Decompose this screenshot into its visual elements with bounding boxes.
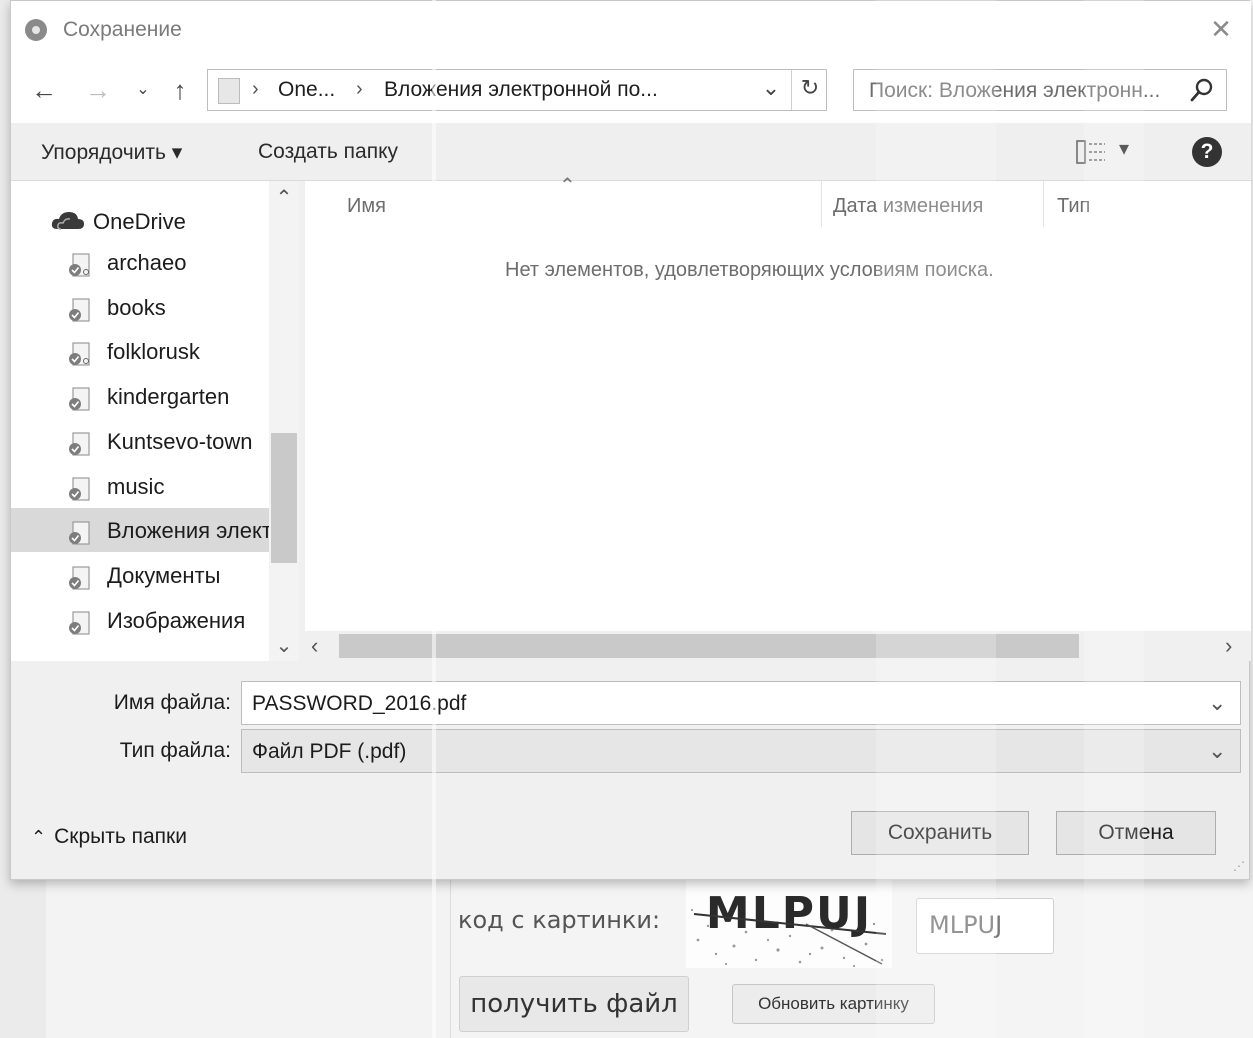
resize-grip-icon[interactable]: ⋰ bbox=[1233, 859, 1245, 873]
empty-list-message: Нет элементов, удовлетворяющих условиям … bbox=[505, 259, 994, 281]
sidebar-item-label: music bbox=[107, 473, 165, 499]
horizontal-scrollbar[interactable]: ‹ › bbox=[305, 631, 1251, 661]
breadcrumb-onedrive[interactable]: One... bbox=[278, 78, 335, 102]
sidebar-item-onedrive[interactable]: OneDrive bbox=[11, 195, 269, 239]
dialog-titlebar: Сохранение ✕ bbox=[11, 1, 1251, 59]
sidebar-item-label: archaeo bbox=[107, 250, 187, 275]
scroll-up-chevron-icon[interactable]: ⌃ bbox=[269, 185, 299, 210]
up-arrow-icon[interactable]: ↑ bbox=[163, 73, 197, 107]
filetype-select[interactable]: Файл PDF (.pdf) ⌄ bbox=[241, 729, 1241, 773]
refresh-icon[interactable]: ↻ bbox=[796, 75, 824, 101]
column-divider[interactable] bbox=[1043, 181, 1044, 227]
hide-folders-toggle[interactable]: ⌃ Скрыть папки bbox=[31, 825, 187, 849]
sidebar-item-folder[interactable]: music bbox=[11, 464, 269, 508]
shared-folder-icon bbox=[69, 342, 90, 366]
captcha-image: MLPUJ bbox=[686, 880, 892, 968]
close-icon[interactable]: ✕ bbox=[1207, 15, 1235, 43]
sidebar-item-label: Документы bbox=[107, 562, 221, 588]
save-button[interactable]: Сохранить bbox=[851, 811, 1029, 855]
sidebar-scrollbar[interactable]: ⌃ ⌄ bbox=[269, 181, 299, 661]
filetype-label: Тип файла: bbox=[119, 739, 231, 762]
breadcrumb-separator-icon[interactable]: › bbox=[356, 78, 363, 101]
organize-menu[interactable]: Упорядочить ▾ bbox=[41, 140, 182, 165]
view-options-icon[interactable] bbox=[1075, 137, 1109, 167]
filename-value: PASSWORD_2016.pdf bbox=[252, 692, 467, 715]
column-header-type[interactable]: Тип bbox=[1057, 195, 1090, 218]
breadcrumb-separator-icon[interactable]: › bbox=[252, 78, 259, 101]
hide-folders-label: Скрыть папки bbox=[54, 825, 187, 848]
scroll-left-chevron-icon[interactable]: ‹ bbox=[311, 633, 318, 659]
filetype-value: Файл PDF (.pdf) bbox=[252, 740, 407, 763]
scroll-right-chevron-icon[interactable]: › bbox=[1225, 633, 1232, 659]
breadcrumb-current-folder[interactable]: Вложения электронной по... bbox=[384, 78, 658, 102]
address-divider bbox=[791, 70, 792, 110]
sidebar-item-folder[interactable]: books bbox=[11, 285, 269, 329]
column-divider[interactable] bbox=[821, 181, 822, 227]
folder-icon bbox=[69, 476, 90, 501]
sidebar-item-folder[interactable]: kindergarten bbox=[11, 374, 269, 418]
dialog-title: Сохранение bbox=[63, 18, 182, 41]
view-dropdown-icon[interactable]: ▾ bbox=[1119, 136, 1129, 161]
folder-icon bbox=[69, 432, 90, 456]
sidebar-item-label: Вложения элект bbox=[107, 518, 272, 544]
sidebar-item-folder[interactable]: Изображения bbox=[11, 598, 269, 642]
address-bar[interactable]: › One... › Вложения электронной по... ⌄ … bbox=[207, 69, 827, 111]
save-dialog: Сохранение ✕ ← → ⌄ ↑ › One... › Вложения… bbox=[10, 0, 1251, 880]
cancel-button[interactable]: Отмена bbox=[1056, 811, 1216, 855]
sidebar-item-label: folklorusk bbox=[107, 339, 200, 365]
file-list-pane: ⌃ Имя Дата изменения Тип Нет элементов, … bbox=[305, 175, 1251, 661]
filename-dropdown-chevron-icon[interactable]: ⌄ bbox=[1208, 690, 1226, 716]
sidebar-item-folder[interactable]: archaeo bbox=[11, 240, 269, 284]
sidebar-scroll-thumb[interactable] bbox=[271, 433, 297, 563]
forward-arrow-icon[interactable]: → bbox=[81, 73, 115, 107]
chrome-app-icon bbox=[25, 19, 47, 41]
shared-folder-icon bbox=[69, 253, 90, 277]
filename-input[interactable]: PASSWORD_2016.pdf ⌄ bbox=[241, 681, 1241, 725]
sort-ascending-icon: ⌃ bbox=[559, 175, 576, 197]
folder-icon bbox=[69, 610, 90, 635]
back-arrow-icon[interactable]: ← bbox=[27, 73, 61, 107]
captcha-label: код с картинки: bbox=[458, 906, 661, 934]
filetype-dropdown-chevron-icon[interactable]: ⌄ bbox=[1208, 738, 1226, 764]
navigation-bar: ← → ⌄ ↑ › One... › Вложения электронной … bbox=[11, 59, 1251, 123]
sidebar-item-label: books bbox=[107, 294, 166, 320]
folder-icon bbox=[69, 298, 90, 322]
column-header-date-modified[interactable]: Дата изменения bbox=[833, 195, 983, 218]
new-folder-button[interactable]: Создать папку bbox=[258, 140, 398, 164]
navigation-pane: OneDrive archaeo books folklorusk kindergar… bbox=[11, 181, 299, 661]
help-icon[interactable]: ? bbox=[1192, 137, 1222, 167]
column-header-name[interactable]: Имя bbox=[347, 195, 386, 218]
sidebar-item-label: OneDrive bbox=[93, 209, 186, 234]
horizontal-scroll-thumb[interactable] bbox=[339, 634, 1079, 658]
search-placeholder: Поиск: Вложения электронн... bbox=[869, 79, 1161, 102]
sidebar-item-label: kindergarten bbox=[107, 384, 230, 410]
refresh-captcha-button[interactable]: Обновить картинку bbox=[732, 984, 935, 1024]
captcha-input[interactable]: MLPUJ bbox=[916, 898, 1054, 954]
recent-locations-chevron-icon[interactable]: ⌄ bbox=[131, 73, 155, 107]
folder-icon bbox=[69, 566, 90, 590]
sidebar-item-folder[interactable]: Документы bbox=[11, 553, 269, 597]
onedrive-cloud-icon bbox=[51, 212, 84, 230]
sidebar-item-label: Kuntsevo-town bbox=[107, 428, 253, 454]
command-toolbar: Упорядочить ▾ Создать папку ▾ ? bbox=[11, 123, 1251, 181]
search-icon[interactable] bbox=[1188, 76, 1216, 104]
get-file-button[interactable]: получить файл bbox=[459, 976, 689, 1032]
location-folder-icon bbox=[218, 78, 240, 104]
address-dropdown-chevron-icon[interactable]: ⌄ bbox=[756, 75, 786, 101]
folder-icon bbox=[69, 387, 90, 411]
sidebar-item-folder[interactable]: Вложения элект bbox=[11, 508, 272, 553]
search-input[interactable]: Поиск: Вложения электронн... bbox=[853, 69, 1227, 111]
sidebar-item-folder[interactable]: folklorusk bbox=[11, 329, 269, 373]
folder-icon bbox=[69, 521, 90, 545]
scroll-down-chevron-icon[interactable]: ⌄ bbox=[269, 633, 299, 658]
filename-label: Имя файла: bbox=[113, 691, 231, 714]
sidebar-item-folder[interactable]: Kuntsevo-town bbox=[11, 419, 269, 463]
chevron-up-icon: ⌃ bbox=[31, 827, 47, 847]
sidebar-item-label: Изображения bbox=[107, 607, 246, 633]
captcha-text: MLPUJ bbox=[706, 888, 872, 939]
